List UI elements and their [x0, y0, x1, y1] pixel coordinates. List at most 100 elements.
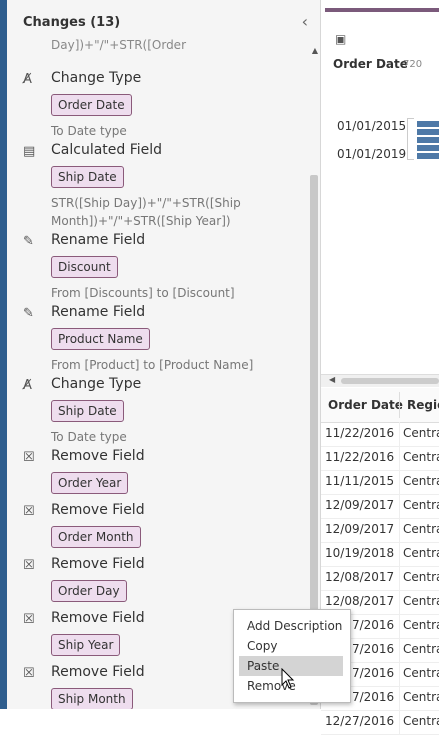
change-title: Remove Field	[51, 664, 145, 680]
change-title: Rename Field	[51, 304, 146, 320]
column-divider	[399, 686, 400, 710]
cell-region: Central	[403, 570, 439, 584]
profile-field-count: 720	[403, 59, 423, 70]
profile-bar[interactable]	[417, 153, 439, 159]
change-description-line: From [Discounts] to [Discount]	[51, 286, 235, 300]
scroll-left-icon[interactable]: ◀	[329, 375, 335, 384]
column-divider	[399, 566, 400, 590]
column-divider	[399, 392, 400, 418]
table-row[interactable]: 12/08/2017 Central	[321, 566, 439, 591]
menu-item-copy[interactable]: Copy	[239, 636, 343, 656]
profile-axis-label: 01/01/2019	[337, 147, 407, 161]
cell-region: Central	[403, 594, 439, 608]
profile-bar[interactable]	[417, 137, 439, 143]
rename-field-icon: ✎	[23, 306, 34, 321]
cell-region: Central	[403, 426, 439, 440]
remove-field-icon: ☒	[23, 504, 35, 519]
field-tag[interactable]: Order Date	[51, 94, 132, 116]
remove-field-icon: ☒	[23, 666, 35, 681]
table-row[interactable]: 12/27/2016 Central	[321, 710, 439, 735]
cell-region: Central	[403, 522, 439, 536]
change-description-line: STR([Ship Day])+"/"+STR([Ship	[51, 196, 241, 210]
cell-order-date: 12/09/2017	[325, 498, 395, 512]
column-divider	[399, 542, 400, 566]
scroll-up-icon[interactable]: ▲	[312, 46, 318, 55]
horizontal-scrollbar[interactable]: ◀	[321, 374, 439, 387]
change-description-line: To Date type	[51, 124, 127, 138]
cell-region: Central	[403, 498, 439, 512]
column-divider	[399, 518, 400, 542]
horizontal-scrollbar-thumb[interactable]	[341, 378, 439, 384]
table-row[interactable]: 12/09/2017 Central	[321, 518, 439, 543]
change-title: Remove Field	[51, 448, 145, 464]
column-header-region[interactable]: Region	[407, 398, 439, 412]
changes-panel: Changes (13) ‹ A̸ Change Type Order Date To…	[7, 0, 321, 709]
profile-pane: ▣ Order Date 720 01/01/2015 01/01/2019 ◀…	[321, 0, 439, 735]
change-title: Rename Field	[51, 232, 146, 248]
field-tag[interactable]: Ship Month	[51, 688, 133, 709]
column-divider	[399, 662, 400, 686]
cell-region: Central	[403, 666, 439, 680]
calculated-field-icon: ▤	[23, 144, 36, 159]
cell-order-date: 11/11/2015	[325, 474, 395, 488]
field-tag[interactable]: Ship Date	[51, 400, 124, 422]
table-row[interactable]: 11/11/2015 Central	[321, 470, 439, 495]
cell-region: Central	[403, 642, 439, 656]
cell-region: Central	[403, 474, 439, 488]
column-divider	[399, 422, 400, 446]
change-title: Change Type	[51, 70, 142, 86]
cell-order-date: 10/19/2018	[325, 546, 395, 560]
table-row[interactable]: 11/22/2016 Central	[321, 446, 439, 471]
table-row[interactable]: 12/09/2017 Central	[321, 494, 439, 519]
column-divider	[399, 470, 400, 494]
column-header-order-date[interactable]: Order Date	[328, 398, 403, 412]
calendar-icon: ▣	[335, 32, 347, 46]
change-description-line: From [Product] to [Product Name]	[51, 358, 254, 372]
change-title: Remove Field	[51, 502, 145, 518]
remove-field-icon: ☒	[23, 612, 35, 627]
change-type-icon: A̸	[23, 72, 32, 87]
change-type-icon: A̸	[23, 378, 32, 393]
cell-region: Central	[403, 714, 439, 728]
change-description: To Date type	[51, 428, 127, 446]
profile-bar[interactable]	[417, 129, 439, 135]
change-description: From [Product] to [Product Name]	[51, 356, 253, 374]
profile-bar[interactable]	[417, 145, 439, 151]
profile-bar[interactable]	[417, 121, 439, 127]
field-tag[interactable]: Ship Date	[51, 166, 124, 188]
change-description: STR([Ship Day])+"/"+STR([Ship Month])+"/"…	[51, 194, 241, 230]
profile-field-name[interactable]: Order Date	[333, 57, 408, 71]
change-title: Change Type	[51, 376, 142, 392]
column-divider	[399, 446, 400, 470]
left-accent-stripe	[0, 0, 7, 709]
field-tag[interactable]: Order Year	[51, 472, 129, 494]
profile-axis-label: 01/01/2015	[337, 119, 407, 133]
field-tag[interactable]: Product Name	[51, 328, 150, 350]
cell-order-date: 12/09/2017	[325, 522, 395, 536]
profile-top-bar	[325, 8, 439, 12]
remove-field-icon: ☒	[23, 450, 35, 465]
change-title: Remove Field	[51, 556, 145, 572]
profile-bracket	[407, 118, 414, 160]
field-tag[interactable]: Discount	[51, 256, 118, 278]
cell-region: Central	[403, 546, 439, 560]
cell-region: Central	[403, 690, 439, 704]
field-tag[interactable]: Order Month	[51, 526, 141, 548]
cell-order-date: 11/22/2016	[325, 426, 395, 440]
table-row[interactable]: 11/22/2016 Central	[321, 422, 439, 447]
cell-order-date: 12/08/2017	[325, 594, 395, 608]
cell-region: Central	[403, 618, 439, 632]
data-grid-header: Order Date Region	[321, 388, 439, 423]
column-divider	[399, 590, 400, 614]
change-description: To Date type	[51, 122, 127, 140]
field-tag[interactable]: Order Day	[51, 580, 127, 602]
table-row[interactable]: 10/19/2018 Central	[321, 542, 439, 567]
change-title: Remove Field	[51, 610, 145, 626]
change-description-line: To Date type	[51, 430, 127, 444]
column-divider	[399, 494, 400, 518]
cell-region: Central	[403, 450, 439, 464]
chevron-left-icon[interactable]: ‹	[302, 12, 308, 31]
menu-item-add-description[interactable]: Add Description	[239, 616, 343, 636]
mouse-pointer-icon	[281, 668, 295, 689]
field-tag[interactable]: Ship Year	[51, 634, 121, 656]
